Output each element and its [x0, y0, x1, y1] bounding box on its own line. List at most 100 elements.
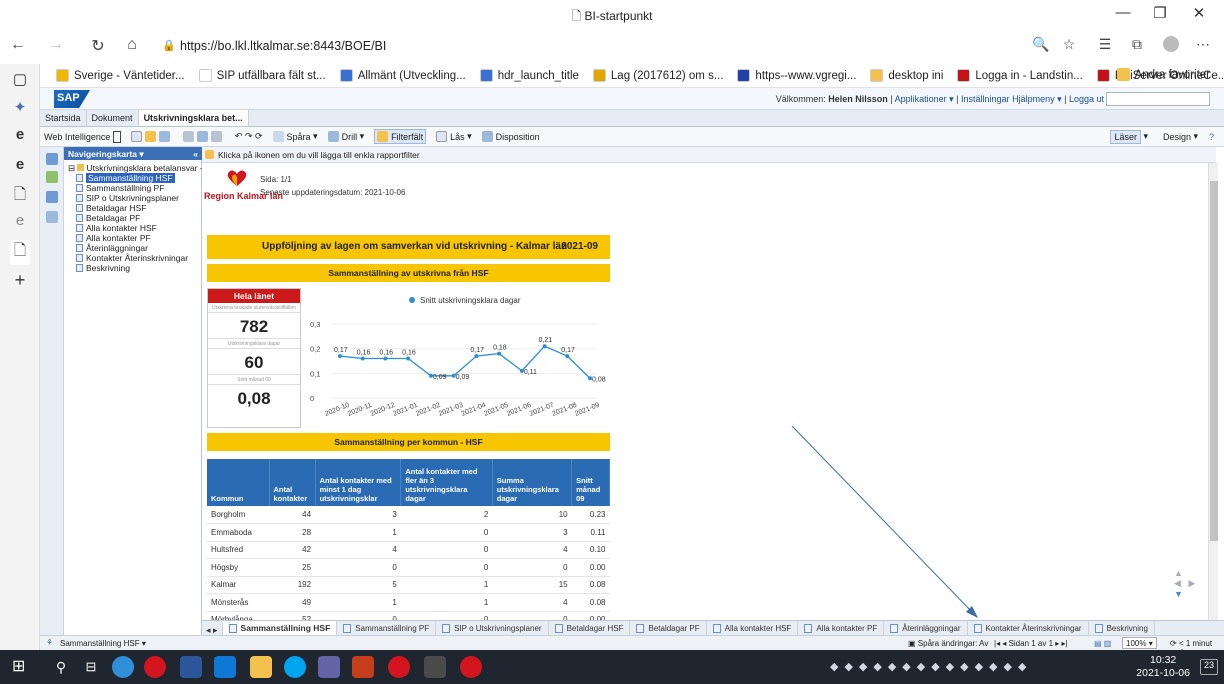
sheet-tab[interactable]: Sammanställning HSF: [222, 621, 338, 635]
favorite-item[interactable]: Lag (2017612) om s...: [592, 69, 723, 82]
scrollbar-thumb[interactable]: [1210, 181, 1218, 541]
collapse-icon[interactable]: «: [193, 149, 198, 159]
undo-icon[interactable]: ↶ ↷ ⟳: [235, 131, 263, 142]
filter-bar[interactable]: Klicka på ikonen om du vill lägga till e…: [202, 147, 1216, 163]
favorite-item[interactable]: Allmänt (Utveckling...: [339, 69, 466, 82]
favorite-item[interactable]: Logga in - Landstin...: [957, 69, 1083, 82]
nav-help-icon[interactable]: [46, 211, 58, 223]
pan-control[interactable]: ▲ ◀ ▶ ▼: [1174, 568, 1195, 599]
print-icon[interactable]: [182, 131, 225, 142]
sap-search-input[interactable]: [1106, 92, 1210, 106]
sheet-tab[interactable]: Betaldagar PF: [630, 621, 707, 635]
url-field[interactable]: 🔒 https://bo.lkl.ltkalmar.se:8443/BOE/BI: [154, 35, 1014, 59]
tab-icon[interactable]: ▢: [10, 70, 30, 88]
skype-icon[interactable]: [284, 656, 306, 678]
table-cell: Högsby: [207, 558, 269, 577]
applications-link[interactable]: Applikationer ▾: [895, 94, 954, 104]
teams-taskbar-icon[interactable]: [318, 656, 340, 678]
document-icon-active[interactable]: 🗋: [10, 240, 30, 265]
sheet-tab[interactable]: SIP o Utskrivningsplaner: [436, 621, 549, 635]
logout-link[interactable]: Logga ut: [1069, 94, 1104, 104]
word-icon[interactable]: [180, 656, 202, 678]
app-red-icon[interactable]: [388, 656, 410, 678]
refresh-icon[interactable]: ↻: [86, 36, 110, 56]
help-link[interactable]: Hjälpmeny ▾: [1012, 94, 1062, 104]
x-tick-label: 2021-01: [392, 402, 419, 418]
app-heart-icon[interactable]: [144, 656, 166, 678]
favorites-list-icon[interactable]: ☰: [1092, 36, 1118, 53]
disposition-button[interactable]: Disposition: [481, 131, 540, 142]
help-icon[interactable]: ?: [1209, 132, 1214, 142]
reader-button[interactable]: Läser ▾: [1110, 129, 1148, 144]
favorite-item[interactable]: https--www.vgregi...: [737, 69, 856, 82]
maximize-icon[interactable]: ❐: [1143, 4, 1177, 22]
edge-icon[interactable]: e: [10, 126, 30, 143]
drill-button[interactable]: Drill ▾: [327, 131, 364, 142]
document-icon[interactable]: 🗋: [10, 184, 30, 209]
new-icon[interactable]: [130, 131, 173, 142]
notification-icon[interactable]: 23: [1200, 659, 1218, 675]
view-mode-icons[interactable]: ▤ ▥: [1094, 639, 1111, 648]
minimize-icon[interactable]: —: [1106, 4, 1140, 21]
collections-icon[interactable]: ⧉: [1124, 36, 1150, 53]
favorite-item[interactable]: Sverige - Väntetider...: [56, 69, 185, 82]
web-intelligence-menu[interactable]: Web Intelligence: [44, 130, 121, 143]
sheet-tab[interactable]: Sammanställning PF: [337, 621, 437, 635]
design-button[interactable]: Design ▾: [1163, 131, 1198, 142]
sheet-tab[interactable]: Återinläggningar: [884, 621, 968, 635]
track-button[interactable]: Spåra ▾: [272, 131, 318, 142]
report-scrollbar[interactable]: [1208, 163, 1218, 620]
nav-filter-icon[interactable]: [46, 171, 58, 183]
table-cell: 10: [492, 506, 572, 524]
photos-icon[interactable]: [424, 656, 446, 678]
sheet-tab[interactable]: Alla kontakter HSF: [707, 621, 799, 635]
profile-avatar[interactable]: [1158, 36, 1184, 55]
edge-taskbar-icon[interactable]: [112, 656, 134, 678]
add-icon[interactable]: +: [10, 270, 30, 291]
structure-icon[interactable]: ⚘: [46, 638, 53, 647]
sheet-tab[interactable]: Betaldagar HSF: [549, 621, 631, 635]
table-cell: 4: [492, 593, 572, 612]
tab-startsida[interactable]: Startsida: [40, 110, 87, 126]
other-favorites[interactable]: Andra favoriter: [1116, 68, 1210, 81]
explorer-icon[interactable]: [250, 656, 272, 678]
clock[interactable]: 10:32 2021-10-06: [1136, 654, 1190, 680]
lock-button[interactable]: Lås ▾: [436, 131, 472, 142]
tab-scroll-left[interactable]: ◂ ▸: [202, 623, 223, 635]
favorite-item[interactable]: desktop ini: [870, 69, 943, 82]
page-navigation[interactable]: |◂ ◂ Sidan 1 av 1 ▸ ▸|: [994, 639, 1068, 648]
search-icon[interactable]: ⚲: [50, 656, 72, 678]
edge-icon-2[interactable]: e: [10, 156, 30, 173]
powerpoint-icon[interactable]: [352, 656, 374, 678]
forward-icon[interactable]: →: [44, 36, 68, 54]
home-icon[interactable]: ⌂: [120, 36, 144, 54]
table-row: Kalmar 192 5 1 15 0.08: [207, 576, 610, 594]
back-icon[interactable]: ←: [6, 36, 30, 54]
table-cell: 25: [269, 558, 316, 577]
favorite-star-icon[interactable]: ☆: [1056, 36, 1082, 53]
teams-icon[interactable]: ✦: [10, 98, 30, 116]
sheet-tab[interactable]: Beskrivning: [1089, 621, 1155, 635]
close-icon[interactable]: ✕: [1182, 4, 1216, 22]
settings-link[interactable]: Inställningar: [961, 94, 1010, 104]
app-red-icon-2[interactable]: [460, 656, 482, 678]
table-cell: 0.00: [571, 558, 610, 577]
tab-report[interactable]: Utskrivningsklara bet...: [138, 110, 249, 126]
filter-field-button[interactable]: Filterfält: [374, 129, 427, 144]
zoom-select[interactable]: 100% ▾: [1122, 637, 1157, 649]
favorite-item[interactable]: hdr_launch_title: [479, 69, 579, 82]
outlook-icon[interactable]: [214, 656, 236, 678]
windows-start-icon[interactable]: ⊞: [12, 658, 30, 676]
zoom-icon[interactable]: 🔍: [1028, 36, 1054, 53]
nav-data-icon[interactable]: [46, 191, 58, 203]
favorite-item[interactable]: SIP utfällbara fält st...: [198, 69, 326, 82]
more-icon[interactable]: ⋯: [1190, 36, 1216, 53]
sheet-tab[interactable]: Alla kontakter PF: [798, 621, 885, 635]
status-current-sheet[interactable]: Sammanställning HSF ▾: [60, 639, 146, 648]
edge-icon-3[interactable]: e: [10, 212, 30, 229]
tab-dokument[interactable]: Dokument: [87, 110, 139, 126]
nav-map-icon[interactable]: [46, 153, 58, 165]
sheet-tab[interactable]: Kontakter Återinskrivningar: [968, 621, 1089, 635]
task-view-icon[interactable]: ⊟: [80, 656, 102, 678]
system-tray-icons[interactable]: ◆◆◆◆◆◆◆◆◆◆◆◆◆◆: [830, 660, 1032, 673]
